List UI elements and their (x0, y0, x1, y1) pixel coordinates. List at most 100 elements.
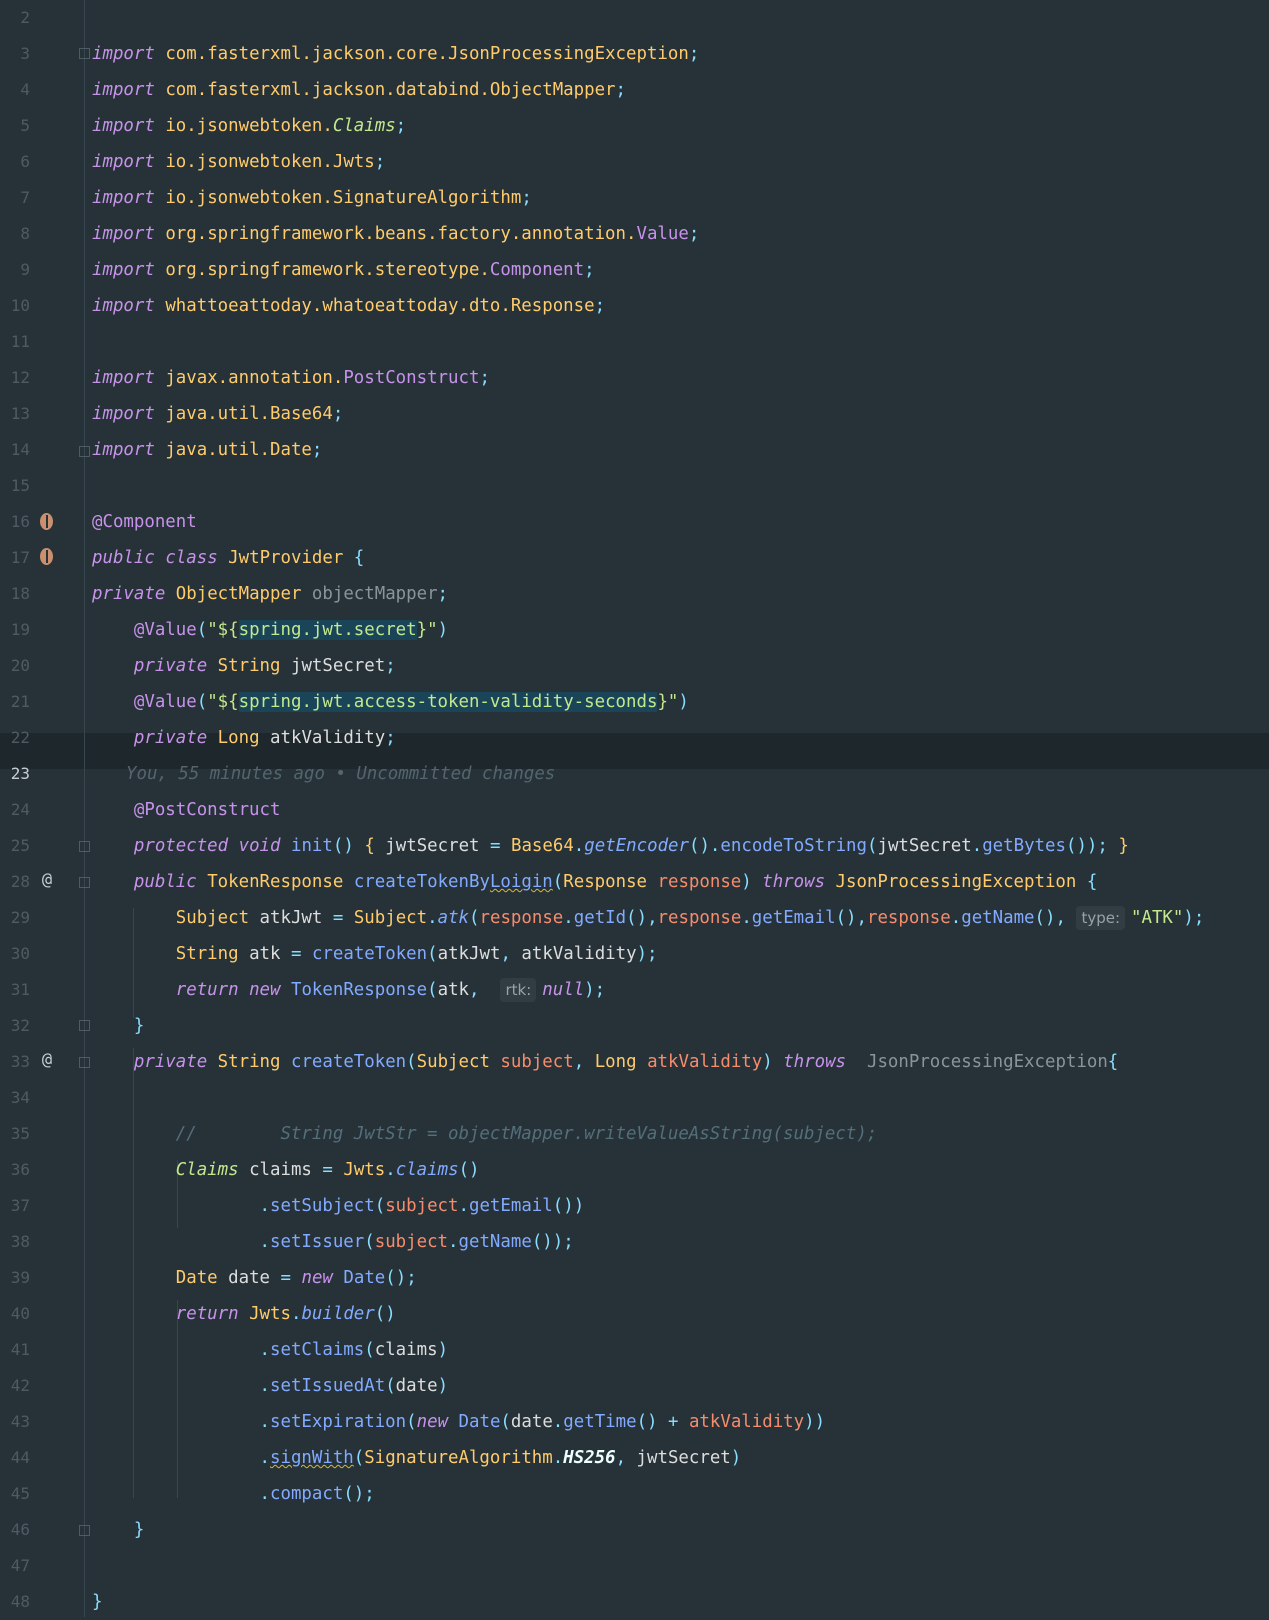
code-line[interactable]: .setClaims(claims) (92, 1332, 1269, 1368)
line-number[interactable]: 32 (0, 1008, 30, 1044)
fold-marker-icon[interactable] (79, 1020, 90, 1031)
code-line[interactable]: public TokenResponse createTokenByLoigin… (92, 864, 1269, 900)
fold-marker-icon[interactable] (79, 1057, 90, 1068)
import-line[interactable]: import io.jsonwebtoken.Jwts; (92, 144, 1269, 180)
line-number[interactable]: 17 (0, 540, 30, 576)
fold-marker-icon[interactable] (79, 877, 90, 888)
code-line[interactable]: } (92, 1512, 1269, 1548)
code-editor[interactable]: 2 3 4 5 6 7 8 9 10 11 12 13 14 15 16 17 18 19 20 21 22 23 24 25… (0, 0, 1269, 1617)
line-number[interactable]: 44 (0, 1440, 30, 1476)
line-number[interactable]: 31 (0, 972, 30, 1008)
line-number[interactable]: 23 (0, 756, 30, 792)
code-line[interactable]: // String JwtStr = objectMapper.writeVal… (92, 1116, 1269, 1152)
fold-marker-icon[interactable] (79, 1525, 90, 1536)
line-number[interactable]: 24 (0, 792, 30, 828)
line-number[interactable]: 41 (0, 1332, 30, 1368)
line-number[interactable]: 13 (0, 396, 30, 432)
import-line[interactable]: import org.springframework.beans.factory… (92, 216, 1269, 252)
spring-bean-icon[interactable] (40, 513, 53, 530)
code-line[interactable]: .compact(); (92, 1476, 1269, 1512)
import-line[interactable]: import io.jsonwebtoken.SignatureAlgorith… (92, 180, 1269, 216)
line-number[interactable]: 42 (0, 1368, 30, 1404)
import-line[interactable]: import javax.annotation.PostConstruct; (92, 360, 1269, 396)
line-number[interactable]: 10 (0, 288, 30, 324)
line-number[interactable]: 15 (0, 468, 30, 504)
line-number[interactable]: 19 (0, 612, 30, 648)
fold-marker-icon[interactable] (79, 841, 90, 852)
code-line[interactable]: private String jwtSecret; (92, 648, 1269, 684)
line-number[interactable]: 4 (0, 72, 30, 108)
import-line[interactable]: import com.fasterxml.jackson.databind.Ob… (92, 72, 1269, 108)
import-class: ObjectMapper (489, 80, 616, 100)
code-line[interactable]: private ObjectMapper objectMapper; (92, 576, 1269, 612)
import-keyword: import (92, 404, 155, 424)
line-number[interactable]: 48 (0, 1584, 30, 1620)
code-line[interactable]: @Value("${spring.jwt.secret}") (92, 612, 1269, 648)
line-number[interactable]: 12 (0, 360, 30, 396)
import-line[interactable]: import java.util.Date; (92, 432, 1269, 468)
line-number[interactable]: 38 (0, 1224, 30, 1260)
import-line[interactable]: import whattoeattoday.whatoeattoday.dto.… (92, 288, 1269, 324)
line-number[interactable]: 37 (0, 1188, 30, 1224)
line-number[interactable]: 35 (0, 1116, 30, 1152)
code-line[interactable]: .setIssuedAt(date) (92, 1368, 1269, 1404)
code-line[interactable]: Claims claims = Jwts.claims() (92, 1152, 1269, 1188)
line-number[interactable]: 40 (0, 1296, 30, 1332)
spring-bean-navigate-icon[interactable] (40, 548, 53, 565)
code-line[interactable]: .signWith(SignatureAlgorithm.HS256, jwtS… (92, 1440, 1269, 1476)
line-number[interactable]: 14 (0, 432, 30, 468)
code-line[interactable]: public class JwtProvider { (92, 540, 1269, 576)
line-number[interactable]: 36 (0, 1152, 30, 1188)
line-number[interactable]: 11 (0, 324, 30, 360)
code-line[interactable]: private String createToken(Subject subje… (92, 1044, 1269, 1080)
import-line[interactable]: import io.jsonwebtoken.Claims; (92, 108, 1269, 144)
line-number[interactable]: 33 (0, 1044, 30, 1080)
line-number[interactable]: 8 (0, 216, 30, 252)
line-number[interactable]: 2 (0, 0, 30, 36)
code-line[interactable]: .setIssuer(subject.getName()); (92, 1224, 1269, 1260)
code-line[interactable]: Subject atkJwt = Subject.atk(response.ge… (92, 900, 1269, 936)
line-number[interactable]: 29 (0, 900, 30, 936)
line-number[interactable]: 22 (0, 720, 30, 756)
code-line[interactable]: Date date = new Date(); (92, 1260, 1269, 1296)
line-number[interactable]: 43 (0, 1404, 30, 1440)
code-line[interactable]: protected void init() { jwtSecret = Base… (92, 828, 1269, 864)
code-line[interactable]: String atk = createToken(atkJwt, atkVali… (92, 936, 1269, 972)
code-line[interactable]: private Long atkValidity; (92, 720, 1269, 756)
line-number[interactable]: 20 (0, 648, 30, 684)
line-number[interactable]: 28 (0, 864, 30, 900)
line-number[interactable]: 5 (0, 108, 30, 144)
line-number[interactable]: 18 (0, 576, 30, 612)
line-number[interactable]: 39 (0, 1260, 30, 1296)
line-number[interactable]: 46 (0, 1512, 30, 1548)
import-line[interactable]: import com.fasterxml.jackson.core.JsonPr… (92, 36, 1269, 72)
code-line[interactable]: } (92, 1008, 1269, 1044)
implementation-marker-icon[interactable]: @ (38, 862, 56, 898)
line-number[interactable]: 45 (0, 1476, 30, 1512)
code-line[interactable]: return Jwts.builder() (92, 1296, 1269, 1332)
line-number[interactable]: 47 (0, 1548, 30, 1584)
code-line[interactable]: @Component (92, 504, 1269, 540)
code-line[interactable]: .setExpiration(new Date(date.getTime() +… (92, 1404, 1269, 1440)
code-line[interactable]: } (92, 1584, 1269, 1620)
line-number[interactable]: 16 (0, 504, 30, 540)
code-line[interactable]: return new TokenResponse(atk, rtk: null); (92, 972, 1269, 1008)
import-keyword: import (92, 368, 155, 388)
line-number[interactable]: 21 (0, 684, 30, 720)
code-line[interactable]: .setSubject(subject.getEmail()) (92, 1188, 1269, 1224)
line-number[interactable]: 9 (0, 252, 30, 288)
line-number[interactable]: 3 (0, 36, 30, 72)
line-number[interactable]: 7 (0, 180, 30, 216)
code-line[interactable]: @PostConstruct (92, 792, 1269, 828)
code-line[interactable]: @Value("${spring.jwt.access-token-validi… (92, 684, 1269, 720)
import-keyword: import (92, 152, 155, 172)
line-number[interactable]: 6 (0, 144, 30, 180)
fold-marker-icon[interactable] (79, 446, 90, 457)
fold-marker-icon[interactable] (79, 48, 90, 59)
line-number[interactable]: 25 (0, 828, 30, 864)
line-number[interactable]: 30 (0, 936, 30, 972)
line-number[interactable]: 34 (0, 1080, 30, 1116)
import-line[interactable]: import java.util.Base64; (92, 396, 1269, 432)
import-line[interactable]: import org.springframework.stereotype.Co… (92, 252, 1269, 288)
implementation-marker-icon[interactable]: @ (38, 1042, 56, 1078)
